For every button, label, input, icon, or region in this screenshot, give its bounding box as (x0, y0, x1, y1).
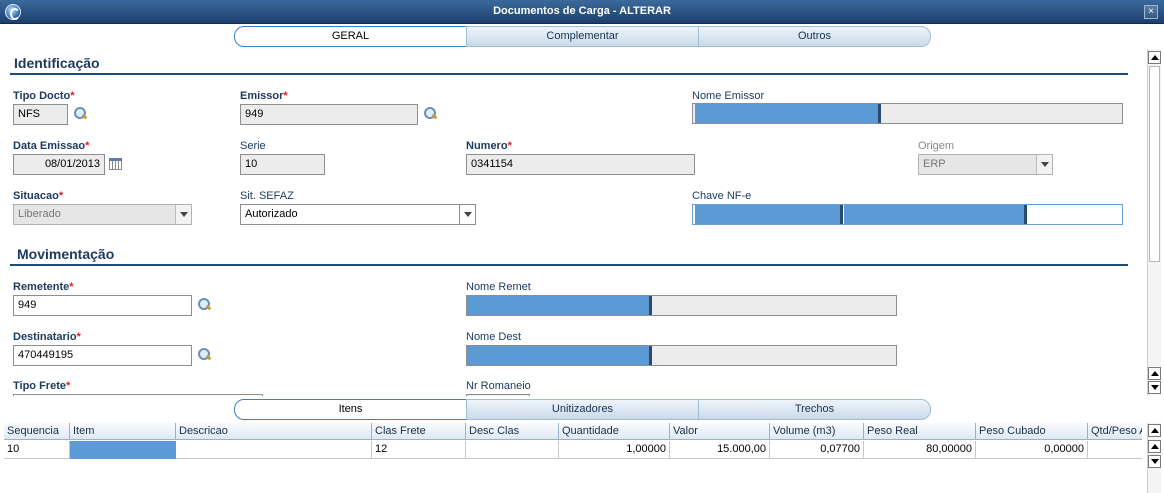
cell-desc-clas[interactable] (466, 441, 559, 459)
emissor-label: Emissor* (240, 90, 288, 102)
remetente-label: Remetente* (13, 281, 74, 293)
nome-remet-field[interactable] (466, 295, 897, 316)
section-identificacao-title: Identificação (14, 55, 100, 71)
sit-sefaz-value: Autorizado (245, 208, 298, 220)
cell-qtd-peso[interactable] (1088, 441, 1142, 459)
serie-label: Serie (240, 140, 266, 152)
sit-sefaz-select[interactable]: Autorizado (240, 204, 476, 225)
redacted-block (695, 205, 843, 224)
remetente-field[interactable]: 949 (13, 295, 192, 316)
column-header[interactable]: Qtd/Peso A (1088, 423, 1142, 440)
items-grid: Sequencia Item Descricao Clas Frete Desc… (4, 423, 1142, 493)
nome-dest-field[interactable] (466, 345, 897, 366)
data-emissao-label: Data Emissao* (13, 140, 90, 152)
search-icon[interactable] (423, 107, 437, 121)
tab-geral[interactable]: GERAL (234, 26, 467, 47)
situacao-value: Liberado (18, 208, 61, 220)
origem-value: ERP (923, 158, 946, 170)
grid-scrollbar[interactable] (1147, 423, 1161, 493)
tab-itens[interactable]: Itens (234, 399, 467, 420)
title-bar: Documentos de Carga - ALTERAR × (0, 0, 1164, 24)
grid-header: Sequencia Item Descricao Clas Frete Desc… (4, 423, 1142, 440)
tab-complementar[interactable]: Complementar (466, 26, 699, 47)
chave-nfe-field[interactable] (692, 204, 1123, 225)
destinatario-field[interactable]: 470449195 (13, 345, 192, 366)
cell-quantidade[interactable]: 1,00000 (559, 441, 670, 459)
situacao-select[interactable]: Liberado (13, 204, 192, 225)
section-movimentacao-title: Movimentação (17, 246, 115, 262)
nome-remet-label: Nome Remet (466, 281, 531, 293)
cell-peso-cubado[interactable]: 0,00000 (976, 441, 1088, 459)
tipo-frete-label: Tipo Frete* (13, 380, 71, 392)
column-header[interactable]: Quantidade (559, 423, 670, 440)
cell-clas-frete[interactable]: 12 (372, 441, 466, 459)
chevron-down-icon[interactable] (459, 205, 475, 224)
data-emissao-field[interactable]: 08/01/2013 (13, 154, 105, 175)
column-header[interactable]: Desc Clas (466, 423, 559, 440)
scroll-up-icon[interactable] (1148, 51, 1161, 64)
scroll-up-icon[interactable] (1148, 424, 1161, 437)
tab-unitizadores[interactable]: Unitizadores (466, 399, 699, 420)
column-header[interactable]: Valor (670, 423, 770, 440)
scroll-up-icon[interactable] (1148, 367, 1161, 380)
tab-outros[interactable]: Outros (698, 26, 931, 47)
situacao-label: Situacao* (13, 190, 64, 202)
section-divider (10, 264, 1128, 266)
redacted-block (467, 346, 652, 365)
cell-valor[interactable]: 15.000,00 (670, 441, 770, 459)
column-header[interactable]: Item (70, 423, 176, 440)
form-scrollbar[interactable] (1147, 49, 1161, 395)
numero-field[interactable]: 0341154 (466, 154, 695, 175)
redacted-block (467, 296, 652, 315)
column-header[interactable]: Peso Real (864, 423, 976, 440)
cell-sequencia[interactable]: 10 (4, 441, 70, 459)
cell-descricao[interactable] (176, 441, 372, 459)
tipo-docto-label: Tipo Docto* (13, 90, 75, 102)
section-divider (10, 73, 1128, 75)
destinatario-label: Destinatario* (13, 331, 81, 343)
search-icon[interactable] (197, 298, 211, 312)
emissor-field[interactable]: 949 (240, 104, 418, 125)
search-icon[interactable] (197, 348, 211, 362)
scroll-down-icon[interactable] (1148, 381, 1161, 394)
column-header[interactable]: Descricao (176, 423, 372, 440)
numero-label: Numero* (466, 140, 512, 152)
nome-emissor-field[interactable] (692, 103, 1123, 124)
form-panel: Identificação Tipo Docto* NFS Emissor* 9… (2, 47, 1146, 396)
column-header[interactable]: Peso Cubado (976, 423, 1088, 440)
nome-emissor-label: Nome Emissor (692, 90, 765, 102)
table-row[interactable]: 10 12 1,00000 15.000,00 0,07700 80,00000… (4, 441, 1142, 459)
redacted-block (70, 441, 176, 459)
cell-item[interactable] (70, 441, 176, 459)
chave-nfe-label: Chave NF-e (692, 190, 752, 202)
redacted-block (695, 104, 881, 123)
origem-label: Origem (918, 140, 955, 152)
sit-sefaz-label: Sit. SEFAZ (240, 190, 294, 202)
search-icon[interactable] (73, 107, 87, 121)
close-icon[interactable]: × (1144, 5, 1158, 19)
cell-volume[interactable]: 0,07700 (770, 441, 864, 459)
calendar-icon[interactable] (109, 158, 122, 170)
scroll-down-icon[interactable] (1148, 455, 1161, 468)
cell-peso-real[interactable]: 80,00000 (864, 441, 976, 459)
nome-dest-label: Nome Dest (466, 331, 522, 343)
nr-romaneio-field[interactable] (466, 394, 530, 396)
column-header[interactable]: Sequencia (4, 423, 70, 440)
column-header[interactable]: Clas Frete (372, 423, 466, 440)
tipo-docto-field[interactable]: NFS (13, 104, 68, 125)
tipo-frete-field[interactable] (13, 394, 263, 396)
chevron-down-icon (1036, 155, 1052, 174)
origem-select: ERP (918, 154, 1053, 175)
window-title: Documentos de Carga - ALTERAR (493, 5, 671, 17)
scroll-thumb[interactable] (1149, 66, 1160, 262)
nr-romaneio-label: Nr Romaneio (466, 380, 531, 392)
column-header[interactable]: Volume (m3) (770, 423, 864, 440)
serie-field[interactable]: 10 (240, 154, 325, 175)
scroll-up-icon[interactable] (1148, 440, 1161, 453)
tab-trechos[interactable]: Trechos (698, 399, 931, 420)
redacted-block (844, 205, 1027, 224)
chevron-down-icon[interactable] (175, 205, 191, 224)
